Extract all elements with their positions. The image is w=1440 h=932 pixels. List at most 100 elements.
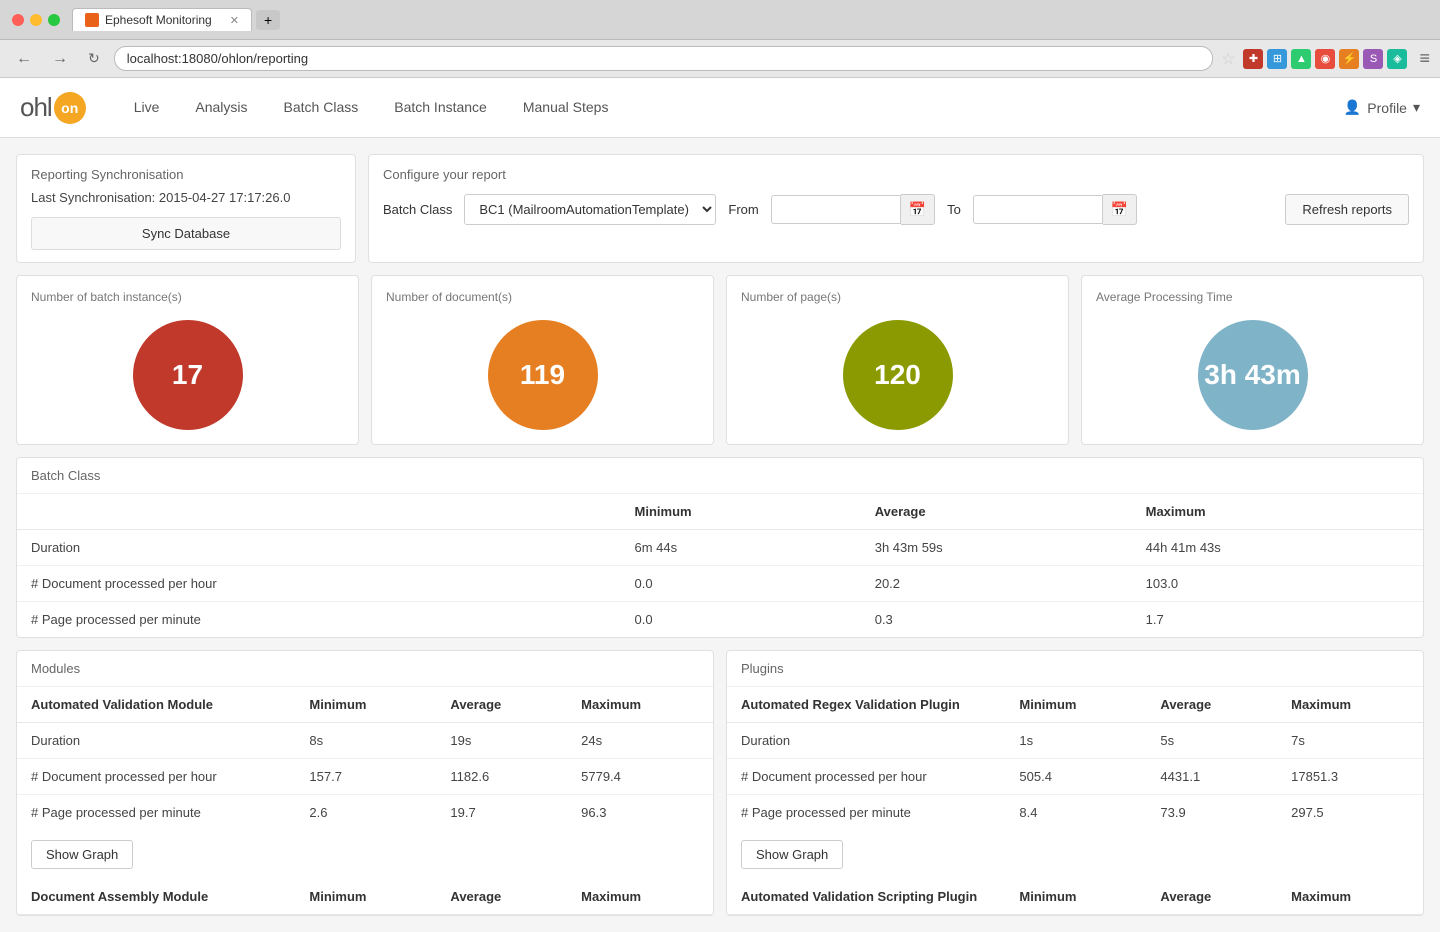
main-content: Reporting Synchronisation Last Synchroni… [0, 138, 1440, 932]
table-row: Duration 8s 19s 24s [17, 723, 713, 759]
tab-close-icon[interactable]: ✕ [230, 14, 239, 27]
arvp-row-1-max: 17851.3 [1277, 759, 1423, 795]
stat-value-2: 120 [874, 359, 921, 391]
table-row: # Page processed per minute 0.0 0.3 1.7 [17, 602, 1423, 638]
batch-row-2-metric: # Page processed per minute [17, 602, 621, 638]
batch-row-0-metric: Duration [17, 530, 621, 566]
batch-row-0-max: 44h 41m 43s [1132, 530, 1423, 566]
batch-class-select[interactable]: BC1 (MailroomAutomationTemplate) [464, 194, 716, 225]
batch-row-1-metric: # Document processed per hour [17, 566, 621, 602]
batch-class-table-panel: Batch Class Minimum Average Maximum Dura… [16, 457, 1424, 638]
show-graph-modules-button[interactable]: Show Graph [31, 840, 133, 869]
show-graph-plugins-button[interactable]: Show Graph [741, 840, 843, 869]
back-button[interactable]: ← [10, 48, 38, 70]
url-bar[interactable] [114, 46, 1213, 71]
avsp-header-name: Automated Validation Scripting Plugin [727, 879, 1005, 915]
ext-icon-2[interactable]: ⊞ [1267, 49, 1287, 69]
stat-value-0: 17 [172, 359, 203, 391]
avm-row-1-max: 5779.4 [567, 759, 713, 795]
stat-value-1: 119 [520, 359, 565, 391]
table-row: # Page processed per minute 2.6 19.7 96.… [17, 795, 713, 831]
arvp-row-0-avg: 5s [1146, 723, 1277, 759]
nav-live[interactable]: Live [116, 91, 178, 125]
arvp-header-max: Maximum [1277, 687, 1423, 723]
new-tab-button[interactable]: + [256, 10, 280, 30]
stat-title-2: Number of page(s) [741, 290, 1054, 304]
avm-row-2-metric: # Page processed per minute [17, 795, 295, 831]
arvp-row-1-avg: 4431.1 [1146, 759, 1277, 795]
forward-button[interactable]: → [46, 48, 74, 70]
sync-last-label: Last Synchronisation: 2015-04-27 17:17:2… [31, 190, 341, 205]
profile-icon: 👤 [1344, 99, 1361, 116]
arvp-row-0-max: 7s [1277, 723, 1423, 759]
arvp-row-2-metric: # Page processed per minute [727, 795, 1005, 831]
profile-button[interactable]: 👤 Profile ▾ [1344, 99, 1420, 116]
ext-icon-4[interactable]: ◉ [1315, 49, 1335, 69]
ext-icon-6[interactable]: S [1363, 49, 1383, 69]
avm-row-0-avg: 19s [436, 723, 567, 759]
app: ohlon Live Analysis Batch Class Batch In… [0, 78, 1440, 932]
top-row: Reporting Synchronisation Last Synchroni… [16, 154, 1424, 263]
configure-row: Batch Class BC1 (MailroomAutomationTempl… [383, 194, 1409, 225]
stat-circle-0: 17 [133, 320, 243, 430]
maximize-dot[interactable] [48, 14, 60, 26]
automated-validation-module-table: Automated Validation Module Minimum Aver… [17, 687, 713, 830]
arvp-row-1-metric: # Document processed per hour [727, 759, 1005, 795]
close-dot[interactable] [12, 14, 24, 26]
configure-title: Configure your report [383, 167, 1409, 182]
nav-manual-steps[interactable]: Manual Steps [505, 91, 627, 125]
browser-menu-icon[interactable]: ≡ [1419, 48, 1430, 69]
app-header: ohlon Live Analysis Batch Class Batch In… [0, 78, 1440, 138]
plugins-title: Plugins [727, 651, 1423, 687]
ext-icon-7[interactable]: ◈ [1387, 49, 1407, 69]
to-calendar-icon[interactable]: 📅 [1103, 194, 1137, 225]
stat-title-0: Number of batch instance(s) [31, 290, 344, 304]
bottom-row: Modules Automated Validation Module Mini… [16, 650, 1424, 916]
bookmark-icon[interactable]: ☆ [1221, 49, 1235, 69]
arvp-header-min: Minimum [1005, 687, 1146, 723]
arvp-row-2-avg: 73.9 [1146, 795, 1277, 831]
browser-tab[interactable]: Ephesoft Monitoring ✕ [72, 8, 252, 31]
to-date-input[interactable] [973, 195, 1103, 224]
avm-header-name: Automated Validation Module [17, 687, 295, 723]
refresh-reports-button[interactable]: Refresh reports [1285, 194, 1409, 225]
table-row: Duration 1s 5s 7s [727, 723, 1423, 759]
batch-class-table-title: Batch Class [17, 458, 1423, 494]
nav-analysis[interactable]: Analysis [177, 91, 265, 125]
batch-row-0-min: 6m 44s [621, 530, 861, 566]
stat-title-3: Average Processing Time [1096, 290, 1409, 304]
from-date-input[interactable] [771, 195, 901, 224]
main-nav: Live Analysis Batch Class Batch Instance… [116, 91, 627, 125]
stat-circle-3: 3h 43m [1198, 320, 1308, 430]
batch-row-2-max: 1.7 [1132, 602, 1423, 638]
batch-class-label: Batch Class [383, 202, 452, 217]
sync-database-button[interactable]: Sync Database [31, 217, 341, 250]
ext-icon-5[interactable]: ⚡ [1339, 49, 1359, 69]
ext-icon-1[interactable]: ✚ [1243, 49, 1263, 69]
nav-batch-instance[interactable]: Batch Instance [376, 91, 505, 125]
nav-batch-class[interactable]: Batch Class [266, 91, 377, 125]
batch-table-header-min: Minimum [621, 494, 861, 530]
arvp-header-avg: Average [1146, 687, 1277, 723]
from-calendar-icon[interactable]: 📅 [901, 194, 935, 225]
table-row: # Document processed per hour 157.7 1182… [17, 759, 713, 795]
reload-button[interactable]: ↻ [82, 48, 106, 69]
browser-traffic-lights [12, 14, 60, 26]
modules-title: Modules [17, 651, 713, 687]
to-date-wrapper: 📅 [973, 194, 1137, 225]
stat-circle-1: 119 [488, 320, 598, 430]
ext-icon-3[interactable]: ▲ [1291, 49, 1311, 69]
arvp-row-2-max: 297.5 [1277, 795, 1423, 831]
avm-row-0-metric: Duration [17, 723, 295, 759]
batch-row-2-min: 0.0 [621, 602, 861, 638]
stat-circle-2: 120 [843, 320, 953, 430]
avm-row-2-avg: 19.7 [436, 795, 567, 831]
dam-header-avg: Average [436, 879, 567, 915]
minimize-dot[interactable] [30, 14, 42, 26]
avm-header-min: Minimum [295, 687, 436, 723]
avsp-header-max: Maximum [1277, 879, 1423, 915]
avsp-header-avg: Average [1146, 879, 1277, 915]
table-row: # Page processed per minute 8.4 73.9 297… [727, 795, 1423, 831]
arvp-row-0-metric: Duration [727, 723, 1005, 759]
browser-chrome: Ephesoft Monitoring ✕ + ← → ↻ ☆ ✚ ⊞ ▲ ◉ … [0, 0, 1440, 78]
